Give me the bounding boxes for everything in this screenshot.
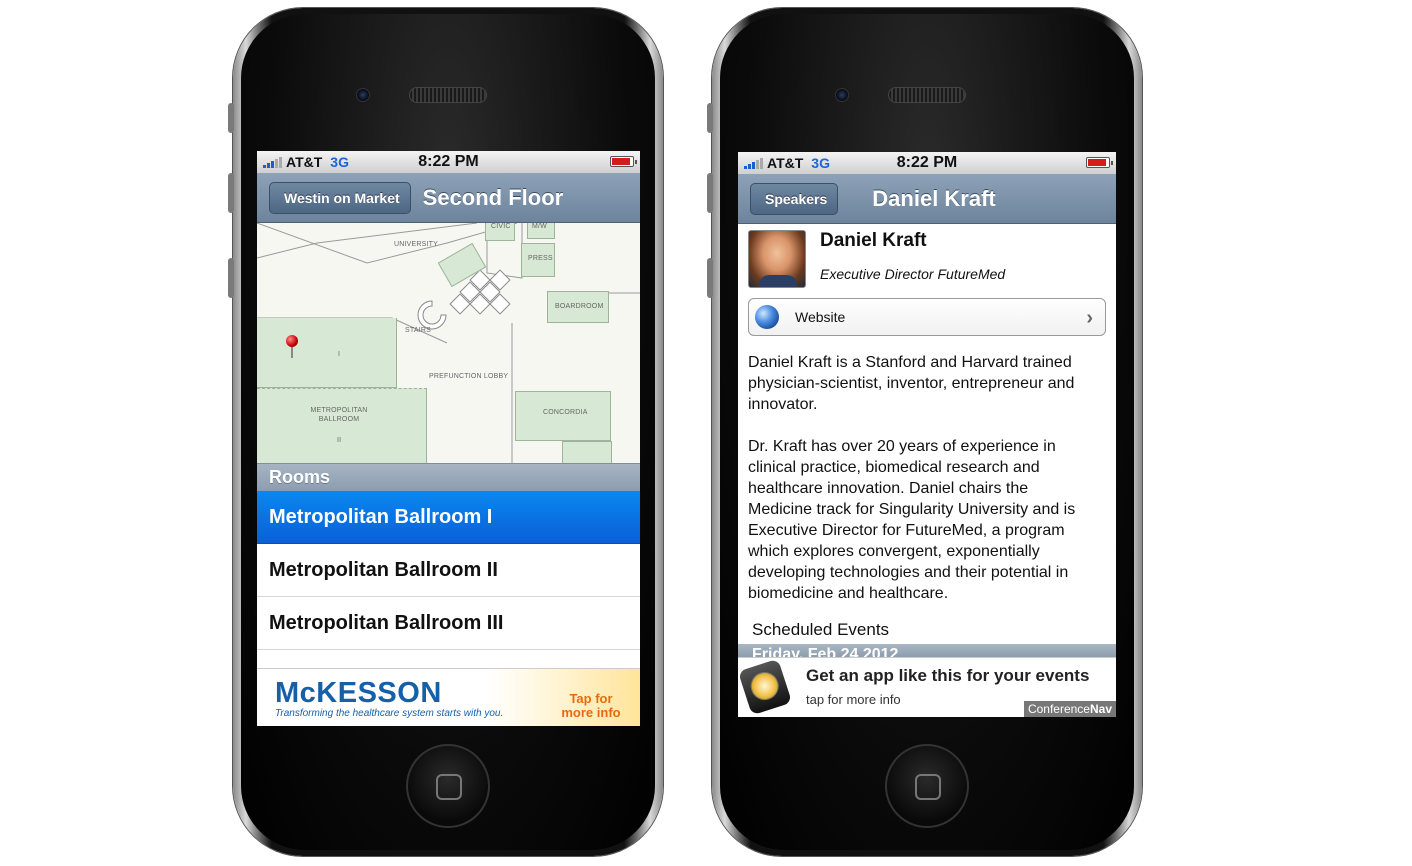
map-label-boardroom: BOARDROOM — [555, 303, 604, 310]
location-pin-icon[interactable] — [286, 335, 300, 358]
back-button-label: Westin on Market — [284, 189, 400, 206]
home-square-icon — [436, 774, 462, 800]
rooms-section-header: Rooms — [257, 463, 640, 491]
nav-bar: Speakers Daniel Kraft — [738, 174, 1116, 224]
volume-up-button — [228, 173, 234, 213]
volume-down-button — [228, 258, 234, 298]
battery-icon — [610, 156, 637, 167]
bio-paragraph: Dr. Kraft has over 20 years of experienc… — [748, 438, 1076, 602]
right-phone: AT&T 3G 8:22 PM Speakers Daniel Kraft Da… — [707, 8, 1142, 856]
clock-label: 8:22 PM — [896, 154, 958, 171]
back-button-westin[interactable]: Westin on Market — [269, 181, 411, 214]
map-label-room-i: I — [338, 351, 341, 358]
badge-bold-text: Nav — [1089, 702, 1112, 716]
front-camera — [356, 88, 370, 102]
home-button[interactable] — [885, 744, 969, 828]
home-button[interactable] — [406, 744, 490, 828]
map-label-metropolitan: METROPOLITAN BALLROOM — [310, 407, 368, 423]
event-day-header: Friday, Feb 24 2012 — [738, 644, 1116, 658]
phone-bezel: AT&T 3G 8:22 PM Westin on Market Second … — [241, 14, 655, 850]
speaker-avatar — [748, 230, 806, 288]
earpiece-speaker — [409, 87, 487, 103]
ad-subtext: tap for more info — [806, 692, 901, 707]
map-label-stairs: STAIRS — [405, 327, 431, 334]
compass-app-icon — [738, 658, 793, 716]
chevron-right-icon: › — [1086, 307, 1093, 329]
room-list-item[interactable]: Metropolitan Ballroom III — [257, 597, 640, 650]
conferencenav-badge: ConferenceNav — [1023, 701, 1116, 717]
room-label: Metropolitan Ballroom I — [269, 505, 493, 528]
speaker-name: Daniel Kraft — [820, 230, 927, 251]
phone-bezel: AT&T 3G 8:22 PM Speakers Daniel Kraft Da… — [720, 14, 1134, 850]
mckesson-tagline: Transforming the healthcare system start… — [275, 708, 504, 719]
scheduled-events-label: Scheduled Events — [752, 620, 890, 639]
website-button[interactable]: Website › — [748, 298, 1106, 336]
left-screen: AT&T 3G 8:22 PM Westin on Market Second … — [257, 151, 640, 726]
volume-up-button — [707, 173, 713, 213]
back-button-speakers[interactable]: Speakers — [750, 182, 839, 215]
globe-icon — [755, 305, 779, 329]
status-bar: AT&T 3G 8:22 PM — [257, 151, 640, 173]
floor-map[interactable]: CIVIC M/W UNIVERSITY PRESS BOARDROOM STA… — [257, 223, 640, 463]
status-bar: AT&T 3G 8:22 PM — [738, 152, 1116, 174]
map-label-civic: CIVIC — [491, 223, 511, 230]
nav-bar: Westin on Market Second Floor — [257, 173, 640, 223]
map-label-mw: M/W — [532, 223, 547, 230]
page-title: Daniel Kraft — [872, 185, 996, 211]
badge-light-text: Conference — [1027, 702, 1090, 716]
map-label-room-ii: II — [337, 437, 342, 444]
right-screen: AT&T 3G 8:22 PM Speakers Daniel Kraft Da… — [738, 152, 1116, 717]
mckesson-logo: McKESSON — [275, 677, 442, 709]
mute-switch — [707, 103, 713, 133]
earpiece-speaker — [888, 87, 966, 103]
front-camera — [835, 88, 849, 102]
room-label: Metropolitan Ballroom II — [269, 558, 498, 581]
clock-label: 8:22 PM — [418, 153, 479, 170]
mckesson-ad-banner[interactable]: McKESSON Transforming the healthcare sys… — [257, 668, 640, 726]
volume-down-button — [707, 258, 713, 298]
map-concordia-room — [515, 391, 611, 441]
room-list-item[interactable]: Metropolitan Ballroom II — [257, 544, 640, 597]
left-phone: AT&T 3G 8:22 PM Westin on Market Second … — [228, 8, 663, 856]
bio-paragraph: Daniel Kraft is a Stanford and Harvard t… — [748, 354, 1075, 413]
mute-switch — [228, 103, 234, 133]
speaker-title: Executive Director FutureMed — [820, 266, 1006, 282]
speaker-bio: Daniel Kraft is a Stanford and Harvard t… — [748, 352, 1094, 625]
map-label-university: UNIVERSITY — [394, 241, 439, 248]
page-title: Second Floor — [422, 184, 564, 210]
tap-for-info-label: Tap for more info — [561, 691, 621, 720]
battery-icon — [1086, 157, 1113, 168]
map-label-concordia: CONCORDIA — [543, 409, 588, 416]
room-label: Metropolitan Ballroom III — [269, 611, 504, 634]
map-lower-right-room — [562, 441, 612, 463]
map-ballroom-i — [257, 318, 397, 388]
website-label: Website — [795, 309, 846, 325]
back-button-label: Speakers — [765, 190, 828, 207]
home-square-icon — [915, 774, 941, 800]
conferencenav-ad-banner[interactable]: Get an app like this for your events tap… — [738, 657, 1116, 717]
room-list-item[interactable]: Metropolitan Ballroom I — [257, 491, 640, 544]
map-ballroom-ii — [257, 388, 427, 463]
map-label-press: PRESS — [528, 255, 553, 262]
map-label-prefunction: PREFUNCTION LOBBY — [429, 373, 509, 380]
ad-headline: Get an app like this for your events — [806, 666, 1090, 685]
